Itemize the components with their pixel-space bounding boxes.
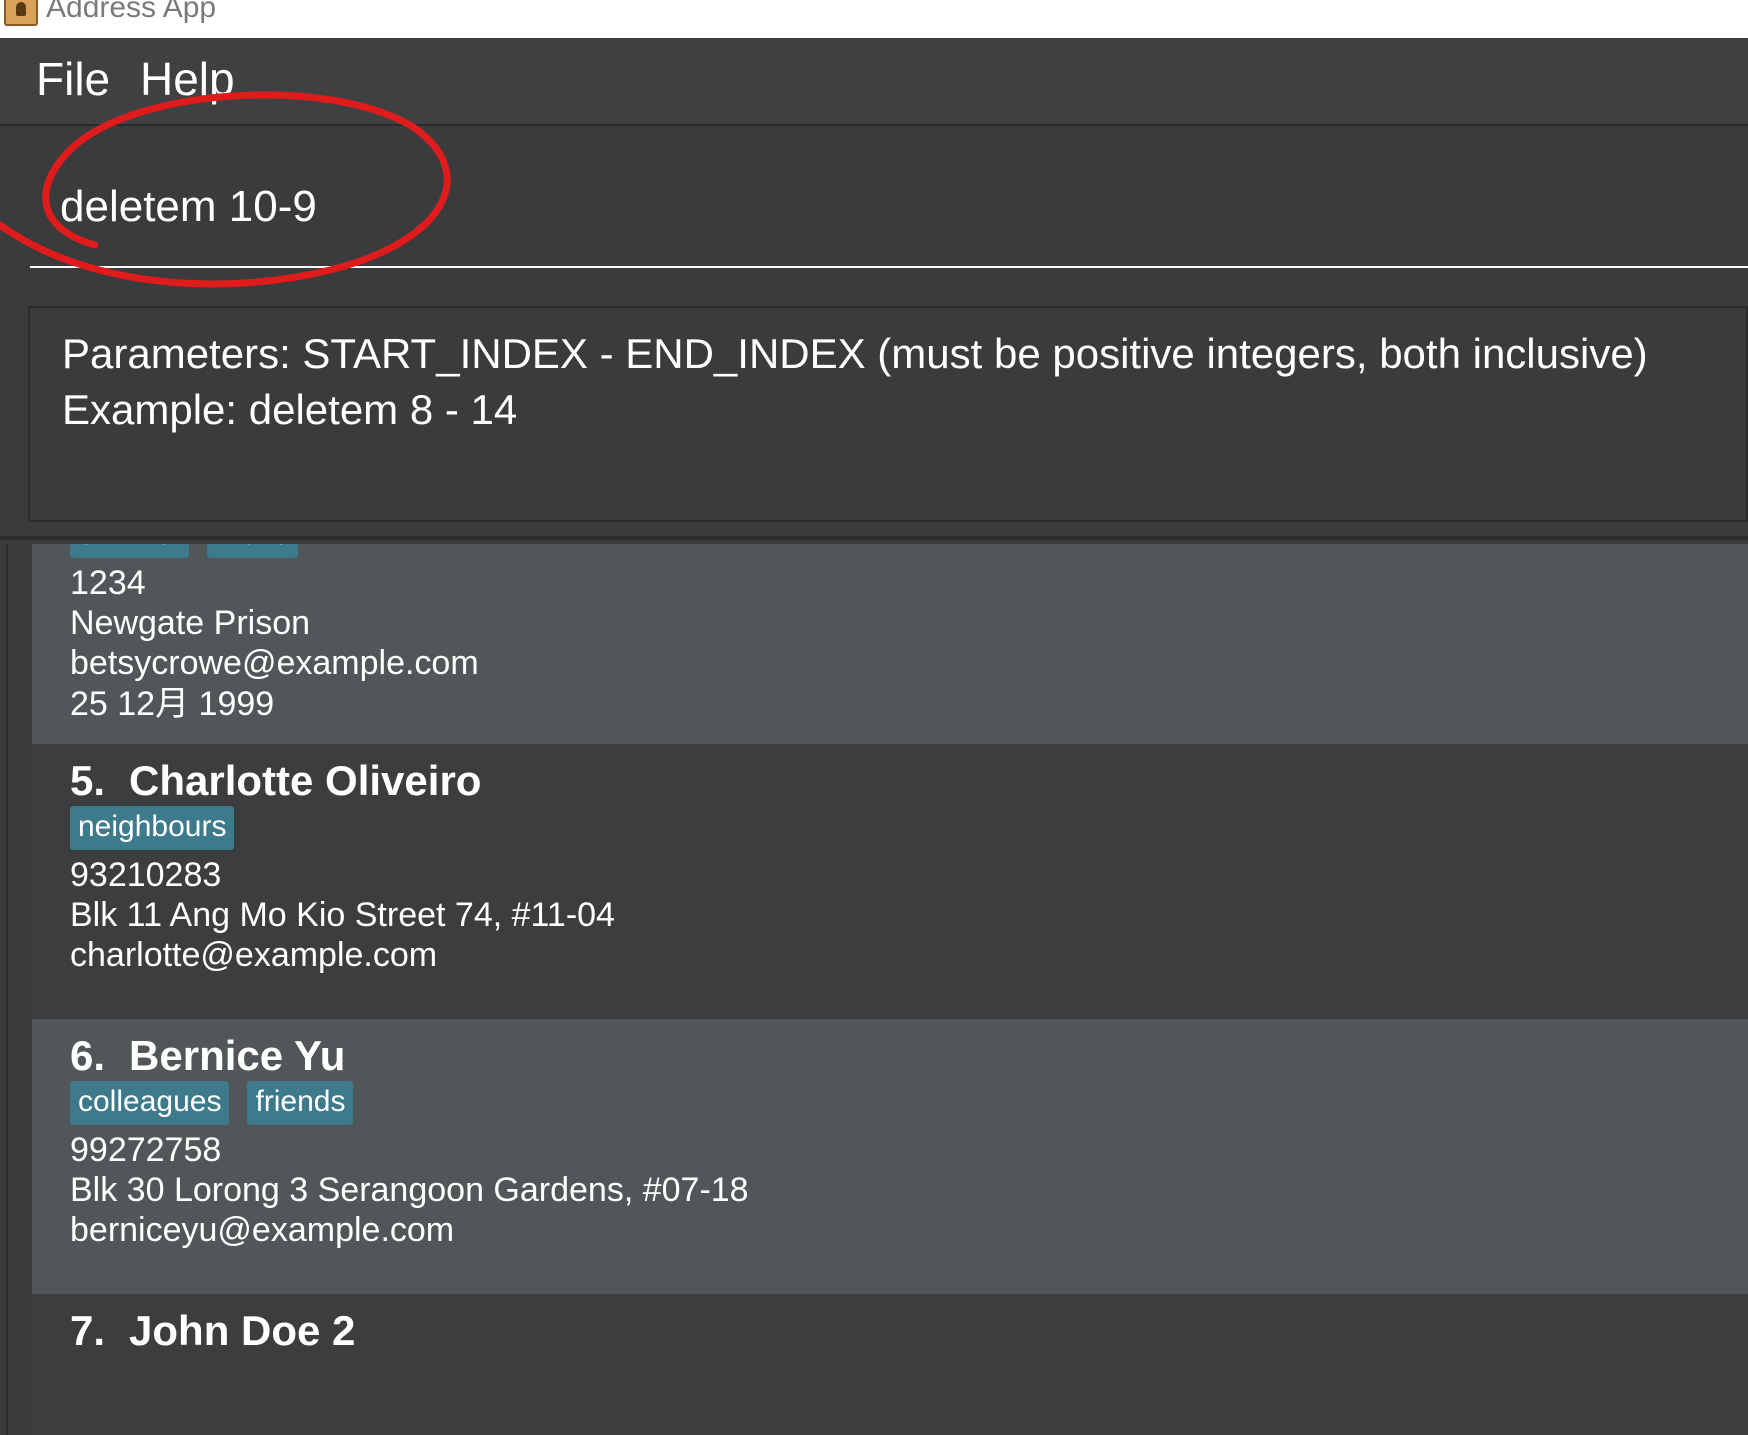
person-index: 5. (70, 757, 106, 804)
tag-list: colleagues friends (70, 1081, 354, 1125)
person-name: Bernice Yu (129, 1032, 346, 1079)
person-card[interactable]: 6. Bernice Yu colleagues friends 99272758… (32, 1019, 1748, 1294)
person-name: Charlotte Oliveiro (129, 757, 482, 804)
person-name-heading: 6. Bernice Yu (70, 1031, 345, 1081)
result-line-example: Example: deletem 8 - 14 (62, 386, 518, 433)
person-name-heading: 7. John Doe 2 (70, 1306, 355, 1356)
tag: neighbours (70, 806, 235, 850)
person-name: John Doe 2 (129, 1307, 356, 1354)
person-phone: 1234 (70, 564, 146, 602)
person-card[interactable]: 7. John Doe 2 (32, 1294, 1748, 1435)
command-input[interactable] (30, 148, 1748, 268)
tag: criminal (70, 544, 190, 558)
result-display: Parameters: START_INDEX - END_INDEX (mus… (28, 306, 1748, 522)
tag-list: neighbours (70, 806, 235, 850)
menu-help[interactable]: Help (140, 52, 235, 106)
person-index: 7. (70, 1307, 106, 1354)
person-list-panel[interactable]: criminal friend 1234 Newgate Prison bets… (6, 544, 1748, 1435)
person-index: 6. (70, 1032, 106, 1079)
main-window: File Help Parameters: START_INDEX - END_… (0, 38, 1748, 1435)
person-phone: 99272758 (70, 1131, 222, 1169)
tag: colleagues (70, 1081, 230, 1125)
title-bar: Address App (0, 0, 1748, 38)
person-card[interactable]: criminal friend 1234 Newgate Prison bets… (32, 544, 1748, 744)
address-app-window: Address App File Help Parameters: START_… (0, 0, 1748, 1435)
tag-list: criminal friend (70, 544, 299, 558)
person-card[interactable]: 5. Charlotte Oliveiro neighbours 93210283… (32, 744, 1748, 1019)
menu-file[interactable]: File (36, 52, 110, 106)
person-name-heading: 5. Charlotte Oliveiro (70, 756, 481, 806)
person-email: berniceyu@example.com (70, 1211, 455, 1249)
result-line-parameters: Parameters: START_INDEX - END_INDEX (mus… (62, 330, 1648, 377)
tag: friend (207, 544, 299, 558)
person-phone: 93210283 (70, 856, 222, 894)
person-address: Newgate Prison (70, 604, 311, 642)
person-email: charlotte@example.com (70, 936, 438, 974)
window-title: Address App (46, 0, 217, 24)
person-address: Blk 11 Ang Mo Kio Street 74, #11-04 (70, 896, 615, 934)
person-email: betsycrowe@example.com (70, 644, 479, 682)
person-address: Blk 30 Lorong 3 Serangoon Gardens, #07-1… (70, 1171, 749, 1209)
panel-divider (0, 536, 1748, 540)
menu-bar: File Help (0, 38, 1748, 126)
person-date: 25 12月 1999 (70, 685, 275, 723)
tag: friends (247, 1081, 354, 1125)
command-box (30, 148, 1748, 270)
address-book-icon (4, 0, 38, 26)
